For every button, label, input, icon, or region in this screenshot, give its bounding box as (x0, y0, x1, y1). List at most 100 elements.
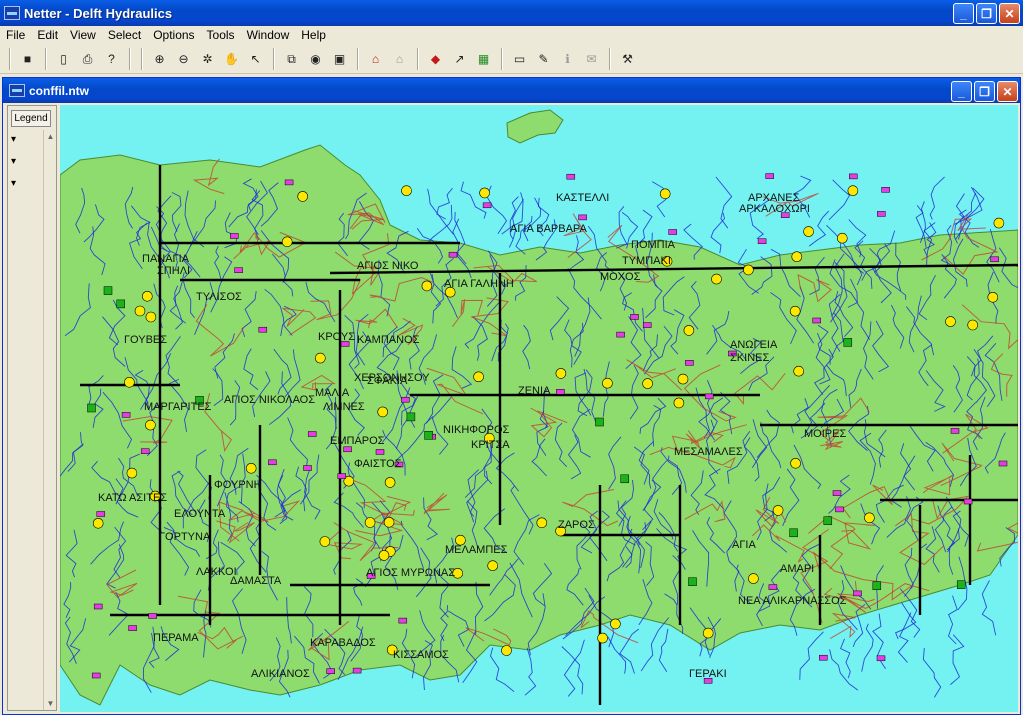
select-box-button[interactable]: ⧉ (280, 48, 303, 70)
reservoir-node[interactable] (956, 580, 966, 589)
zoom-out-button[interactable]: ⊖ (172, 48, 195, 70)
network-node[interactable] (803, 226, 814, 237)
network-node[interactable] (421, 280, 433, 292)
network-node[interactable] (364, 517, 376, 528)
print-button[interactable]: ⎙ (76, 48, 99, 70)
edit-node-button[interactable]: ◆ (424, 48, 447, 70)
network-node[interactable] (479, 187, 490, 199)
boundary-node[interactable] (140, 448, 150, 454)
minimize-button[interactable]: _ (953, 3, 974, 24)
boundary-node[interactable] (876, 655, 886, 662)
boundary-node[interactable] (258, 326, 268, 333)
boundary-node[interactable] (668, 229, 677, 235)
menu-view[interactable]: View (64, 26, 102, 45)
network-node[interactable] (145, 311, 157, 323)
reservoir-node[interactable] (620, 474, 629, 484)
network-node[interactable] (711, 273, 722, 285)
network-node[interactable] (642, 378, 653, 389)
network-node[interactable] (789, 305, 801, 317)
pointer-tool-button[interactable]: ↗ (448, 48, 471, 70)
help-button[interactable]: ? (100, 48, 123, 70)
scroll-down-icon[interactable]: ▼ (45, 698, 56, 709)
boundary-node[interactable] (832, 490, 842, 496)
menu-select[interactable]: Select (102, 26, 147, 45)
boundary-node[interactable] (812, 317, 821, 324)
boundary-node[interactable] (881, 187, 890, 193)
network-node[interactable] (791, 251, 803, 262)
boundary-node[interactable] (343, 446, 352, 453)
network-node[interactable] (383, 516, 395, 528)
network-node[interactable] (245, 462, 257, 474)
boundary-node[interactable] (303, 465, 312, 471)
network-node[interactable] (473, 371, 484, 383)
info-button[interactable]: ℹ (556, 48, 579, 70)
network-node[interactable] (401, 185, 412, 196)
boundary-node[interactable] (121, 412, 131, 418)
network-node[interactable] (793, 365, 805, 377)
boundary-node[interactable] (998, 460, 1008, 467)
boundary-node[interactable] (307, 431, 317, 437)
network-node[interactable] (987, 292, 999, 303)
reservoir-node[interactable] (688, 577, 697, 586)
menu-help[interactable]: Help (295, 26, 332, 45)
network-node[interactable] (847, 185, 859, 196)
network-node[interactable] (602, 377, 613, 389)
reservoir-node[interactable] (823, 516, 833, 525)
boundary-node[interactable] (352, 667, 362, 674)
pan-button[interactable]: ✋ (220, 48, 243, 70)
network-node[interactable] (536, 517, 548, 529)
boundary-node[interactable] (630, 314, 639, 320)
edit-branch-button[interactable]: ⚒ (616, 48, 639, 70)
boundary-node[interactable] (337, 473, 347, 479)
network-node[interactable] (126, 467, 138, 479)
network-node[interactable] (790, 457, 801, 469)
reservoir-node[interactable] (843, 338, 853, 347)
map-canvas[interactable]: ΚΙΣΣΑΜΟΣ ΑΓΙΑ ΣΚΙΝΕΣ ΔΑΜΑΣΤΑ ΑΛΙΚΙΑΝΟΣ ΝΕΑ ΑΛ… (60, 105, 1018, 712)
boundary-node[interactable] (835, 506, 844, 513)
network-node[interactable] (134, 305, 146, 317)
boundary-node[interactable] (234, 267, 243, 273)
network-node[interactable] (659, 188, 671, 200)
boundary-node[interactable] (268, 459, 277, 466)
boundary-node[interactable] (616, 331, 625, 338)
network-node[interactable] (124, 376, 135, 388)
network-node[interactable] (92, 517, 104, 529)
save-button[interactable]: ■ (16, 48, 39, 70)
menu-edit[interactable]: Edit (31, 26, 64, 45)
restore-button[interactable]: ❐ (976, 3, 997, 24)
network-node[interactable] (993, 217, 1005, 229)
boundary-node[interactable] (284, 179, 294, 186)
boundary-node[interactable] (96, 511, 106, 517)
boundary-node[interactable] (578, 214, 587, 221)
boundary-node[interactable] (990, 256, 999, 263)
image-button[interactable]: ▭ (508, 48, 531, 70)
child-maximize-button[interactable]: ❐ (974, 81, 995, 102)
network-node[interactable] (378, 550, 390, 561)
menu-file[interactable]: File (0, 26, 31, 45)
boundary-node[interactable] (768, 584, 778, 590)
boundary-node[interactable] (877, 211, 886, 217)
network-node[interactable] (501, 645, 512, 656)
tag-button[interactable]: ✎ (532, 48, 555, 70)
network-node[interactable] (145, 419, 156, 431)
reservoir-node[interactable] (116, 299, 125, 309)
boundary-node[interactable] (704, 393, 714, 400)
reservoir-node[interactable] (872, 581, 882, 590)
network-node[interactable] (487, 560, 499, 572)
network-node[interactable] (945, 316, 956, 327)
network-node[interactable] (297, 191, 308, 202)
child-minimize-button[interactable]: _ (951, 81, 972, 102)
boundary-node[interactable] (819, 654, 828, 661)
network-node[interactable] (836, 232, 848, 244)
network-node[interactable] (772, 505, 784, 516)
boundary-node[interactable] (765, 173, 774, 179)
network-node[interactable] (967, 319, 979, 331)
boundary-node[interactable] (849, 173, 858, 180)
network-node[interactable] (142, 291, 153, 302)
map-button[interactable]: ▦ (472, 48, 495, 70)
child-close-button[interactable]: ✕ (997, 81, 1018, 102)
disabled-tool-button[interactable]: ✉ (580, 48, 603, 70)
network-node[interactable] (610, 618, 621, 630)
network-node[interactable] (314, 352, 326, 364)
network-node[interactable] (555, 368, 567, 379)
